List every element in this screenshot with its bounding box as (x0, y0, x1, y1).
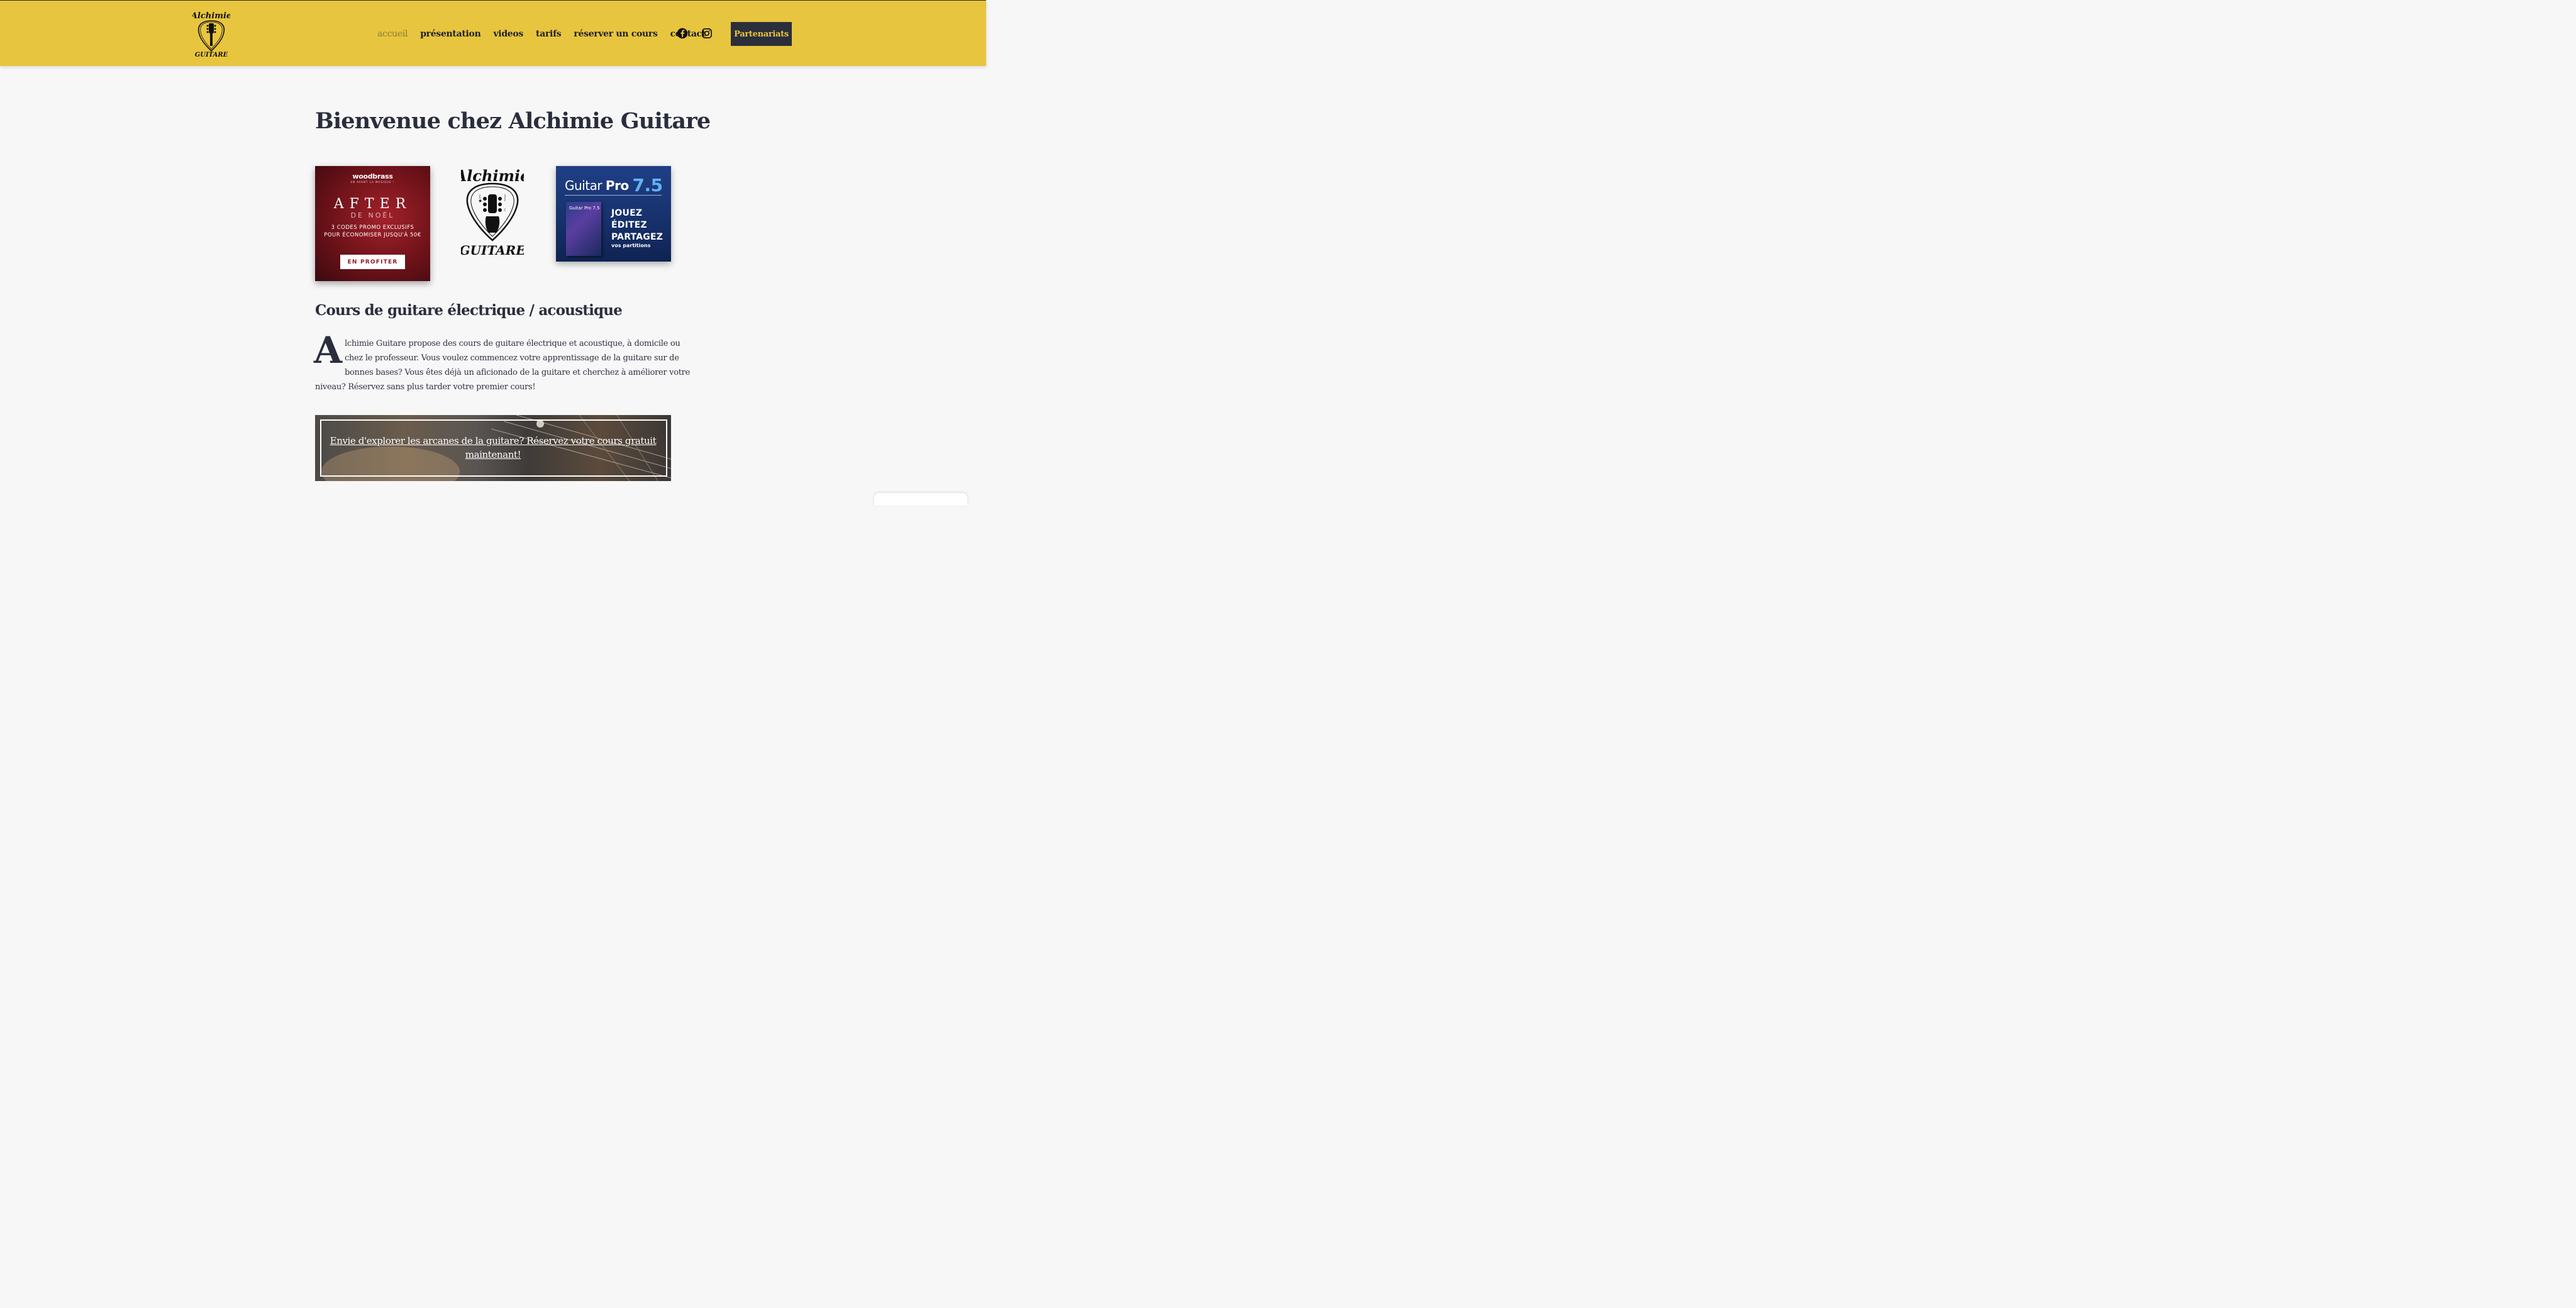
floating-widget[interactable] (874, 493, 967, 506)
svg-text:☾: ☾ (504, 208, 508, 213)
main-nav: accueil présentation videos tarifs réser… (371, 26, 712, 42)
nav-videos[interactable]: videos (493, 29, 523, 39)
nav-tarifs[interactable]: tarifs (536, 29, 562, 39)
ad2-product: Guitar Pro 7.5 (565, 175, 663, 196)
center-logo-sub: GUITARE (461, 243, 524, 257)
ad2-small: vos partitions (611, 243, 651, 248)
ad-brand: woodbrass (352, 172, 393, 180)
partenariats-button[interactable]: Partenariats (731, 22, 792, 46)
ad2-line3: PARTAGEZ (611, 232, 663, 242)
nav-presentation[interactable]: présentation (420, 29, 481, 39)
nav-accueil[interactable]: accueil (377, 29, 408, 39)
nav-reserver[interactable]: réserver un cours (574, 29, 657, 39)
book-free-lesson-link[interactable]: Envie d'explorer les arcanes de la guita… (328, 434, 658, 462)
center-logo-name: Alchimie (461, 167, 524, 185)
paragraph-line: chez le professeur. Vous voulez commence… (345, 353, 679, 363)
instagram-icon[interactable] (701, 28, 713, 39)
ad-cta-button[interactable]: EN PROFITER (340, 255, 405, 269)
ad2-product-box: Guitar Pro 7.5 (566, 202, 601, 256)
ad-subheadline: DE NOËL (350, 211, 395, 219)
ad-headline: AFTER (333, 196, 412, 212)
guitar-pro-ad[interactable]: Guitar Pro 7.5 Guitar Pro 7.5 JOUEZ ÉDIT… (556, 166, 671, 262)
facebook-icon[interactable] (677, 28, 688, 39)
section-title: Cours de guitare électrique / acoustique (315, 302, 623, 319)
logo-name: Alchimie (192, 11, 230, 21)
page-title: Bienvenue chez Alchimie Guitare (315, 108, 711, 134)
booking-banner: Envie d'explorer les arcanes de la guita… (315, 415, 671, 481)
ad2-divider (565, 195, 662, 196)
ad2-line1: JOUEZ (611, 208, 643, 218)
dropcap: A (314, 329, 343, 372)
paragraph-line: lchimie Guitare propose des cours de gui… (345, 339, 680, 348)
paragraph-line: niveau? Réservez sans plus tarder votre … (315, 382, 536, 392)
ad-promo-line1: 3 CODES PROMO EXCLUSIFS (331, 224, 414, 231)
center-logo: Alchimie ★ ☾ GUITARE (461, 167, 524, 257)
ad-promo-line2: POUR ÉCONOMISER JUSQU'À 50€ (324, 232, 421, 238)
ad-brand-sub: EN AVANT LA MUSIQUE ! (350, 180, 395, 184)
site-logo[interactable]: Alchimie GUITARE (192, 8, 230, 58)
ad2-line2: ÉDITEZ (611, 220, 647, 230)
paragraph-line: bonnes bases? Vous êtes déjà un aficiona… (345, 368, 690, 377)
svg-text:★: ★ (478, 198, 482, 204)
logo-sub: GUITARE (195, 52, 228, 58)
woodbrass-ad[interactable]: woodbrass EN AVANT LA MUSIQUE ! AFTER DE… (315, 166, 430, 281)
site-header: Alchimie GUITARE accueil présentation vi… (0, 1, 986, 66)
